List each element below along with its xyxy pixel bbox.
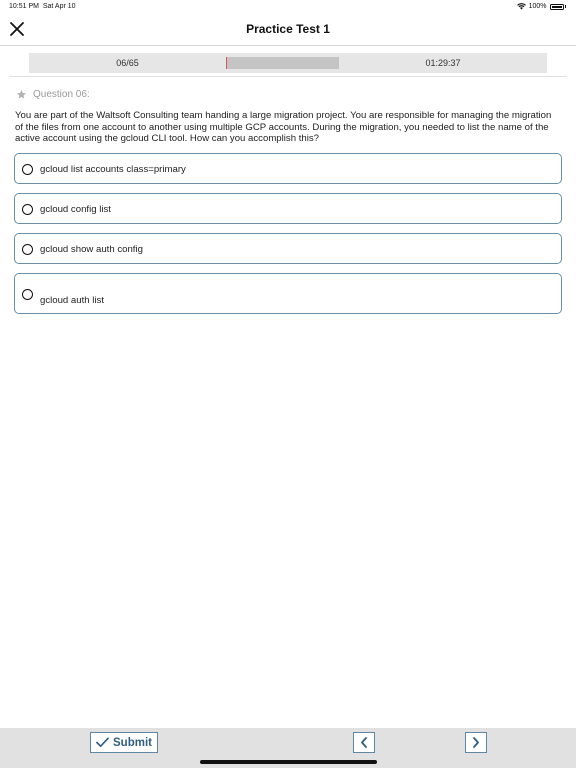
submit-label: Submit [113,736,152,749]
progress-row: 06/65 01:29:37 [29,53,547,73]
option-label: gcloud list accounts class=primary [40,164,186,175]
option-label: gcloud show auth config [40,244,143,255]
submit-button[interactable]: Submit [90,732,158,753]
chevron-left-icon [361,737,367,748]
option-3[interactable]: gcloud show auth config [14,233,562,264]
divider [9,76,567,77]
question-number: Question 06: [33,89,90,100]
option-4[interactable]: gcloud auth list [14,273,562,314]
status-time: 10:51 PM Sat Apr 10 [9,3,76,10]
option-2[interactable]: gcloud config list [14,193,562,224]
option-1[interactable]: gcloud list accounts class=primary [14,153,562,184]
previous-button[interactable] [353,732,375,753]
battery-cap [564,5,566,8]
star-icon[interactable] [16,89,27,100]
timer: 01:29:37 [425,58,461,68]
check-icon [96,737,109,748]
home-indicator [200,760,377,764]
radio-button[interactable] [22,289,33,300]
wifi-icon [516,3,526,10]
radio-button[interactable] [22,204,33,215]
nav-bar: Practice Test 1 [0,14,576,46]
progress-fill [226,57,228,69]
question-text: You are part of the Waltsoft Consulting … [15,110,552,144]
next-button[interactable] [465,732,487,753]
question-counter: 06/65 [116,58,139,68]
option-label: gcloud config list [40,204,111,215]
status-right: 100% [516,3,566,10]
page-title: Practice Test 1 [246,22,330,36]
battery-icon [549,3,564,10]
radio-button[interactable] [22,164,33,175]
chevron-right-icon [473,737,479,748]
option-label: gcloud auth list [40,295,104,306]
battery-percent: 100% [528,3,547,10]
status-bar: 10:51 PM Sat Apr 10 100% [0,0,576,14]
radio-button[interactable] [22,244,33,255]
question-header: Question 06: [16,89,90,100]
progress-bar [226,57,339,69]
